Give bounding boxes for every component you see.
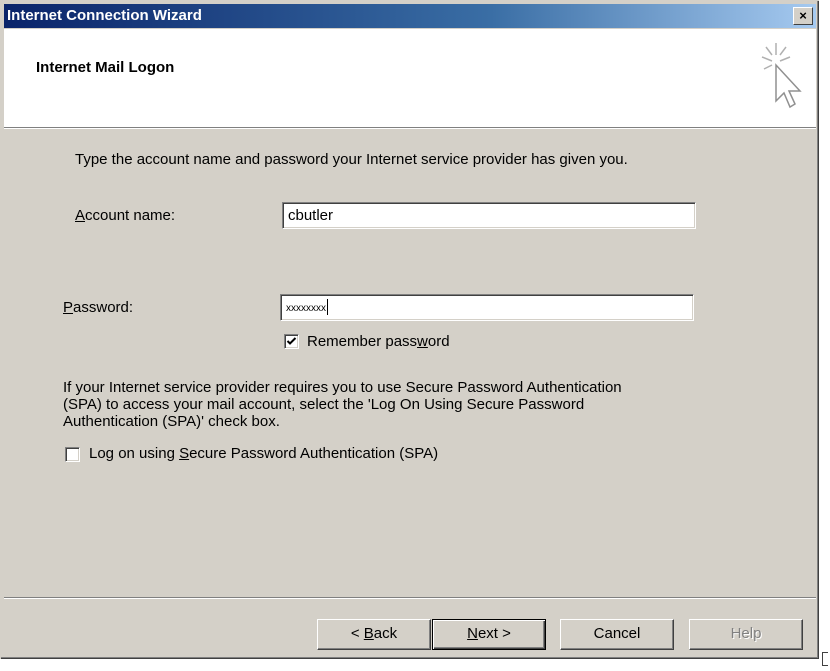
close-icon: × [799,8,807,23]
cancel-button[interactable]: Cancel [560,619,674,650]
password-field[interactable]: xxxxxxxx [280,294,694,321]
header-separator [4,128,816,129]
checkmark-icon [286,337,297,345]
spa-checkbox-label[interactable]: Log on using Secure Password Authenticat… [89,445,438,462]
next-mnemonic: N [467,625,478,642]
account-name-field[interactable]: cbutler [282,202,696,229]
wizard-header: Internet Mail Logon [4,29,816,128]
background-window-edge [822,652,828,666]
next-button[interactable]: Next > [432,619,546,650]
text-caret [327,299,328,316]
account-name-mnemonic: A [75,207,86,224]
back-button-arrow: < [350,625,364,642]
password-label-text: assword: [73,299,134,316]
wizard-pointer-icon [761,43,802,109]
help-button: Help [689,619,803,650]
spa-checkbox[interactable] [65,447,80,462]
title-bar[interactable]: Internet Connection Wizard × [4,4,816,28]
spa-mnemonic: S [179,445,190,462]
cancel-button-text: Cancel [593,625,641,642]
next-button-text: ext > [477,625,511,642]
help-button-text: Help [730,625,762,642]
account-name-value: cbutler [288,207,334,224]
window-title: Internet Connection Wizard [7,7,202,24]
password-mnemonic: P [63,299,74,316]
footer-separator-highlight [4,598,816,599]
page-title: Internet Mail Logon [36,59,175,76]
password-value: xxxxxxxx [286,303,326,314]
remember-password-mnemonic: w [417,333,428,350]
account-name-label-text: ccount name: [85,207,176,224]
spa-description: If your Internet service provider requir… [63,379,703,430]
account-name-label: Account name: [75,207,175,224]
spa-description-line-1: If your Internet service provider requir… [63,379,622,396]
remember-password-checkbox[interactable] [284,334,299,349]
spa-label-start: Log on using [89,445,180,462]
back-mnemonic: B [363,625,374,642]
spa-description-line-2: (SPA) to access your mail account, selec… [63,396,585,413]
remember-password-label-end: ord [427,333,450,350]
intro-text: Type the account name and password your … [75,151,628,168]
spa-description-line-3: Authentication (SPA)' check box. [63,413,280,430]
password-label: Password: [63,299,133,316]
wizard-window: Internet Connection Wizard × Internet Ma… [0,0,819,659]
back-button[interactable]: < Back [317,619,431,650]
spa-label-end: ecure Password Authentication (SPA) [189,445,439,462]
remember-password-label[interactable]: Remember password [307,333,450,350]
back-button-text: ack [373,625,398,642]
remember-password-label-start: Remember pass [307,333,418,350]
close-button[interactable]: × [793,7,813,25]
